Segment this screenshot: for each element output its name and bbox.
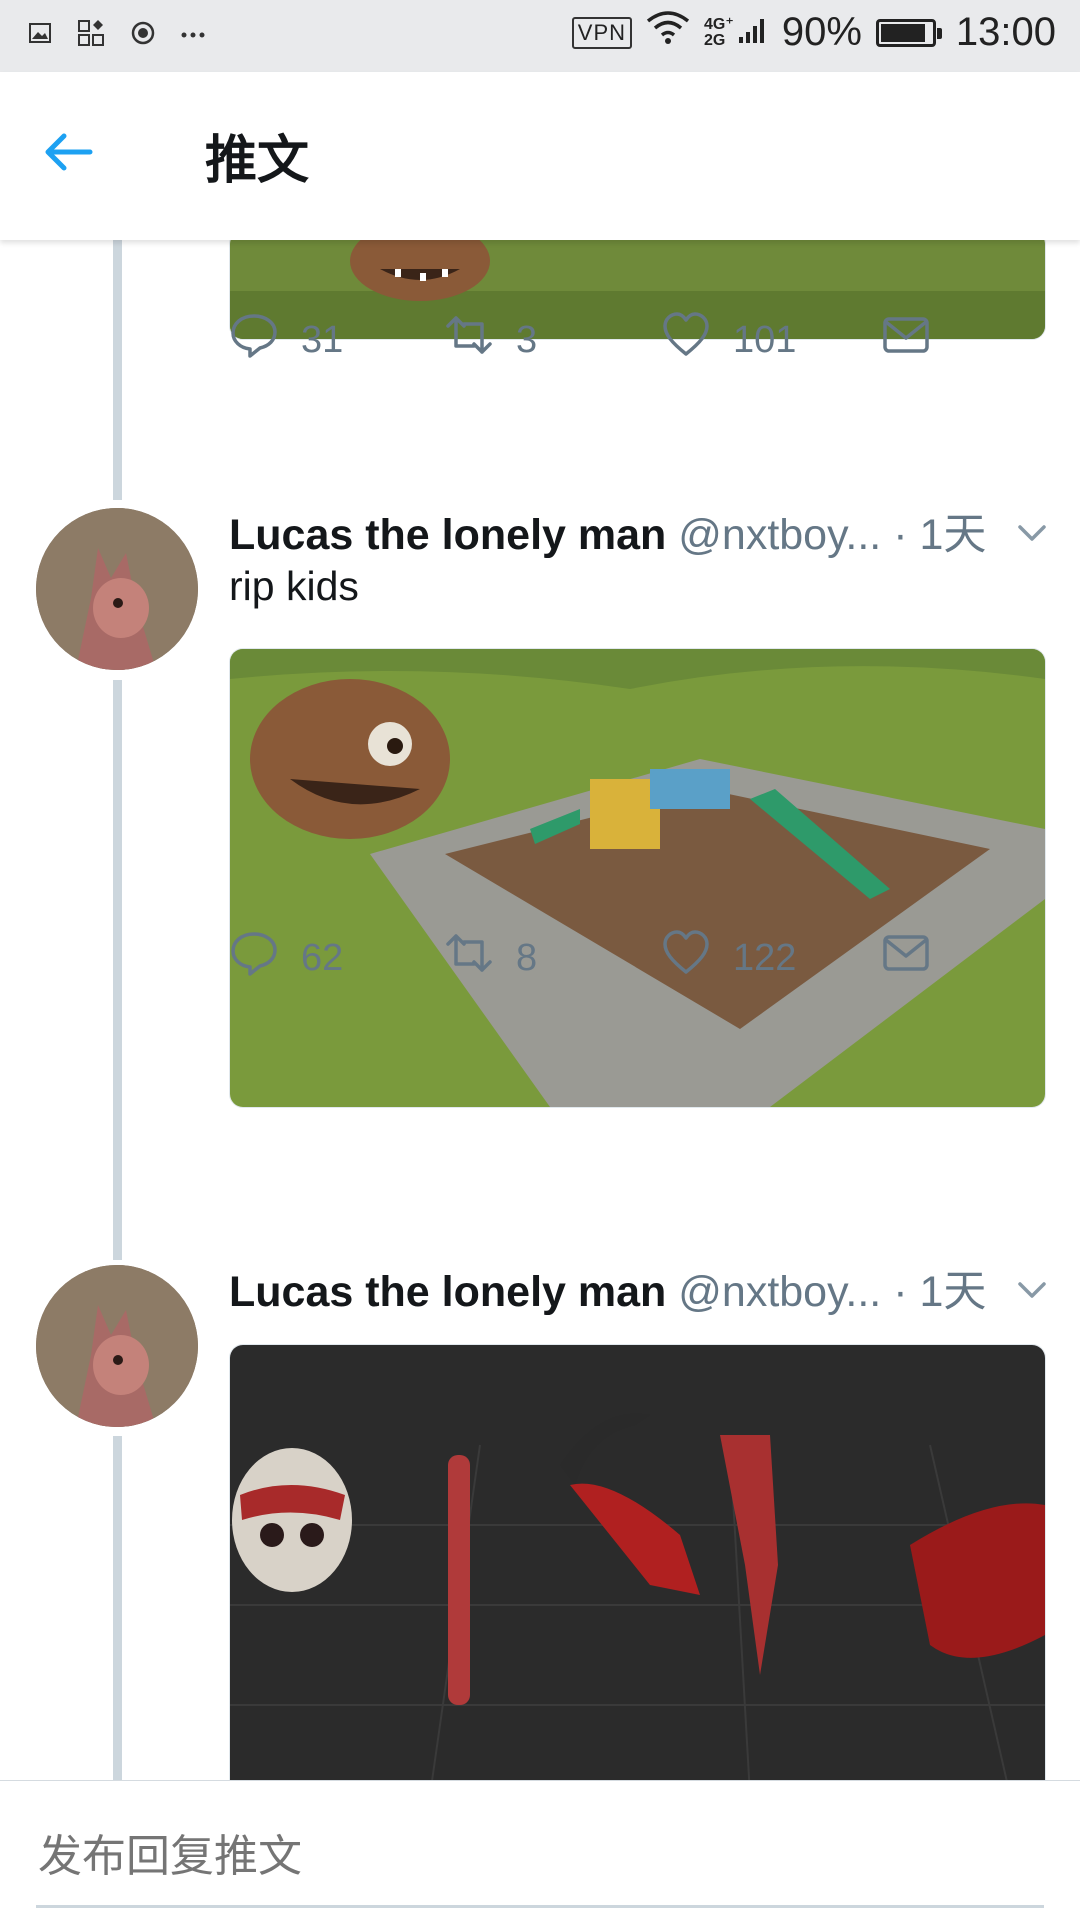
arrow-left-icon xyxy=(40,133,96,184)
network-top-label: 4G⁺ xyxy=(704,15,734,33)
tweet-media-image[interactable] xyxy=(229,1344,1046,1780)
back-button[interactable] xyxy=(40,124,110,184)
retweet-icon xyxy=(444,310,494,370)
like-button[interactable]: 101 xyxy=(661,310,796,370)
like-button[interactable]: 122 xyxy=(661,928,796,988)
author-handle[interactable]: @nxtboy... xyxy=(678,1268,881,1316)
playground-scene-image xyxy=(230,649,1045,1107)
retweet-icon xyxy=(444,928,494,988)
page-title: 推文 xyxy=(205,132,310,190)
tweet-thread[interactable]: 31 3 101 Lucas the lonely man @nxtboy...… xyxy=(0,240,1080,1780)
clock: 13:00 xyxy=(955,10,1056,54)
wifi-icon xyxy=(646,10,690,55)
chevron-down-icon[interactable] xyxy=(1015,512,1049,561)
reply-input[interactable] xyxy=(38,1827,1042,1887)
avatar-image xyxy=(36,508,198,670)
tweet-text: rip kids xyxy=(229,563,359,609)
reply-button[interactable]: 62 xyxy=(229,928,343,988)
envelope-icon xyxy=(881,310,931,370)
reply-composer xyxy=(0,1780,1080,1921)
author-name[interactable]: Lucas the lonely man xyxy=(229,511,666,559)
network-indicator: 4G⁺ 2G xyxy=(704,10,768,55)
author-handle[interactable]: @nxtboy... xyxy=(678,511,881,559)
author-name[interactable]: Lucas the lonely man xyxy=(229,1268,666,1316)
avatar[interactable] xyxy=(36,1265,198,1427)
avatar[interactable] xyxy=(36,508,198,670)
thread-line xyxy=(113,240,122,500)
signal-icon xyxy=(738,10,768,55)
image-icon xyxy=(28,21,52,50)
thread-line xyxy=(113,680,122,1260)
like-count: 122 xyxy=(733,936,797,979)
app-bar: 推文 xyxy=(0,72,1080,240)
battery-percent: 90% xyxy=(781,10,862,54)
reply-icon xyxy=(229,310,279,370)
reply-count: 31 xyxy=(301,318,344,361)
gore-props-scene-image xyxy=(230,1345,1045,1780)
reply-button[interactable]: 31 xyxy=(229,310,343,370)
tweet-header: Lucas the lonely man @nxtboy... · 1天 xyxy=(229,500,1049,559)
status-bar: VPN 4G⁺ 2G 90% 13:00 xyxy=(0,0,1080,72)
record-icon xyxy=(130,20,156,51)
share-dm-button[interactable] xyxy=(881,310,931,370)
apps-icon xyxy=(76,18,106,53)
thread-line xyxy=(113,1436,122,1780)
reply-count: 62 xyxy=(301,936,344,979)
chevron-down-icon[interactable] xyxy=(1015,1269,1049,1318)
tweet-header: Lucas the lonely man @nxtboy... · 1天 xyxy=(229,1257,1049,1316)
tweet-media-image[interactable] xyxy=(229,648,1046,1108)
more-icon xyxy=(180,27,206,45)
network-bottom-label: 2G xyxy=(704,31,726,49)
tweet-time: · 1天 xyxy=(893,1268,987,1316)
tweet-actions: 31 3 101 xyxy=(229,310,1044,370)
composer-underline xyxy=(36,1905,1044,1908)
avatar-image xyxy=(36,1265,198,1427)
vpn-badge: VPN xyxy=(571,16,633,49)
retweet-count: 8 xyxy=(516,936,538,979)
retweet-button[interactable]: 3 xyxy=(444,310,537,370)
retweet-button[interactable]: 8 xyxy=(444,928,537,988)
like-count: 101 xyxy=(733,318,797,361)
battery-icon xyxy=(875,18,942,47)
tweet-actions: 62 8 122 xyxy=(229,928,1044,988)
tweet-time: · 1天 xyxy=(893,511,987,559)
share-dm-button[interactable] xyxy=(881,928,931,988)
heart-icon xyxy=(661,310,711,370)
reply-icon xyxy=(229,928,279,988)
envelope-icon xyxy=(881,928,931,988)
retweet-count: 3 xyxy=(516,318,538,361)
heart-icon xyxy=(661,928,711,988)
status-right: VPN 4G⁺ 2G 90% 13:00 xyxy=(571,10,1056,55)
status-left-icons xyxy=(28,18,206,53)
